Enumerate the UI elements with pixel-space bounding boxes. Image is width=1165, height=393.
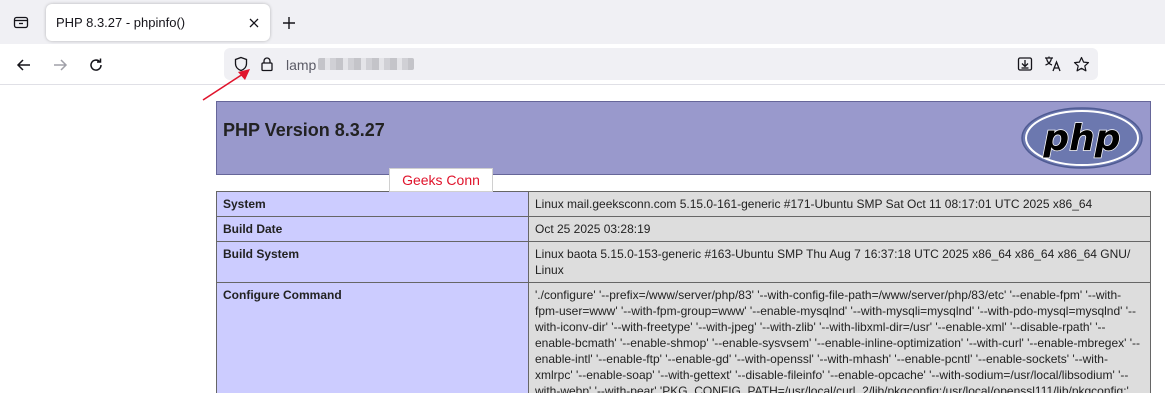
- address-bar[interactable]: lamp: [224, 48, 1098, 80]
- star-icon[interactable]: [1072, 55, 1090, 73]
- active-tab[interactable]: PHP 8.3.27 - phpinfo(): [46, 4, 270, 41]
- row-value: './configure' '--prefix=/www/server/php/…: [528, 282, 1151, 393]
- row-value: Oct 25 2025 03:28:19: [528, 216, 1151, 242]
- download-icon[interactable]: [1016, 55, 1034, 73]
- reload-icon[interactable]: [84, 53, 108, 77]
- phpinfo-table: System Linux mail.geeksconn.com 5.15.0-1…: [216, 191, 1151, 393]
- row-key: Build Date: [216, 216, 529, 242]
- table-row: System Linux mail.geeksconn.com 5.15.0-1…: [216, 191, 1151, 217]
- row-value: Linux baota 5.15.0-153-generic #163-Ubun…: [528, 241, 1151, 283]
- php-logo-text: php: [1042, 118, 1120, 159]
- tab-title: PHP 8.3.27 - phpinfo(): [56, 15, 186, 30]
- row-key: System: [216, 191, 529, 217]
- php-logo: php: [1020, 106, 1144, 175]
- row-key: Build System: [216, 241, 529, 283]
- annotation-arrow: [202, 69, 250, 101]
- tab-strip: PHP 8.3.27 - phpinfo(): [0, 0, 1165, 44]
- close-icon[interactable]: [245, 14, 262, 31]
- tabs-list-icon[interactable]: [8, 9, 34, 35]
- back-arrow-icon[interactable]: [12, 53, 36, 77]
- row-value: Linux mail.geeksconn.com 5.15.0-161-gene…: [528, 191, 1151, 217]
- page-title: PHP Version 8.3.27: [223, 120, 385, 140]
- table-row: Configure Command './configure' '--prefi…: [216, 282, 1151, 393]
- url-text: lamp: [286, 57, 317, 73]
- url-redacted: [318, 58, 414, 70]
- watermark-label: Geeks Conn: [389, 168, 493, 192]
- plus-icon[interactable]: [278, 12, 300, 34]
- forward-arrow-icon[interactable]: [48, 53, 72, 77]
- php-version-header: PHP Version 8.3.27 php: [216, 101, 1151, 175]
- row-key: Configure Command: [216, 282, 529, 393]
- translate-icon[interactable]: [1044, 55, 1062, 73]
- table-row: Build System Linux baota 5.15.0-153-gene…: [216, 241, 1151, 283]
- table-row: Build Date Oct 25 2025 03:28:19: [216, 216, 1151, 242]
- navigation-bar: lamp: [0, 44, 1165, 85]
